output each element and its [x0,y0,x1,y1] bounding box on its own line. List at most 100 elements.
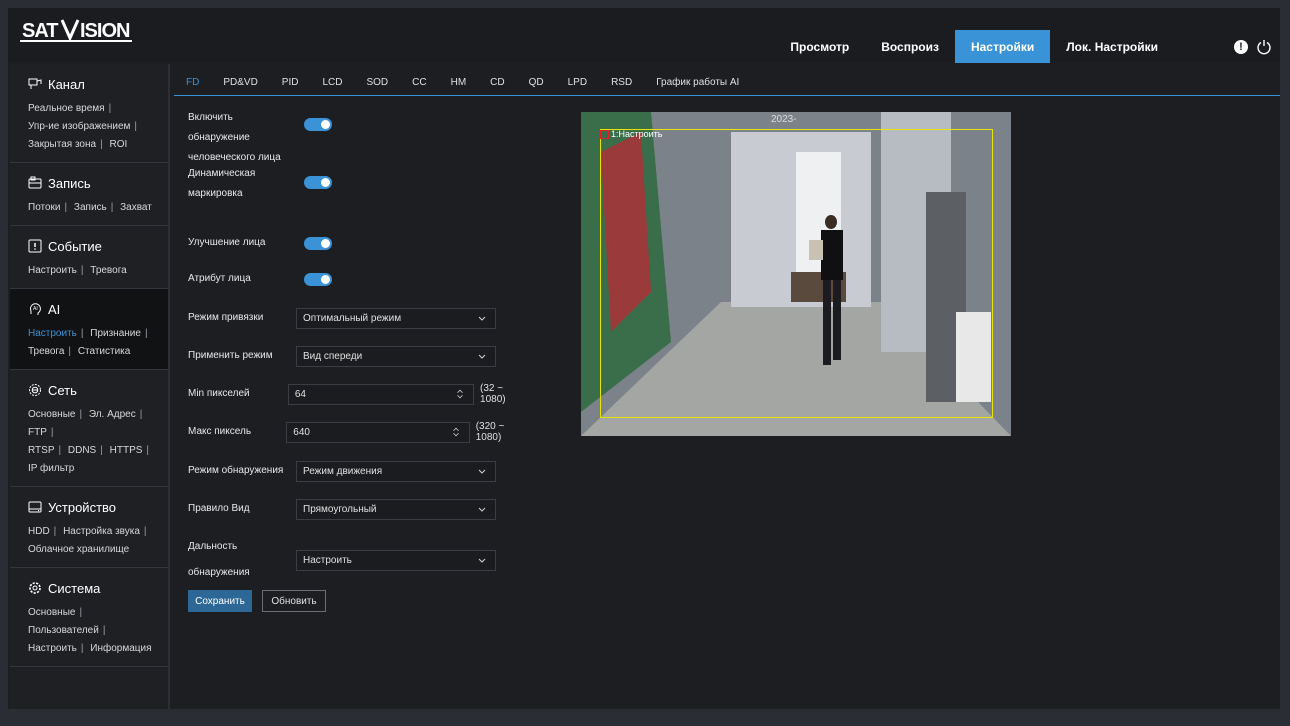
toggle-face-attribute[interactable] [304,273,332,286]
label-detect-mode: Режим обнаружения [188,465,284,476]
power-icon[interactable] [1256,39,1272,55]
sidebar-link-streams[interactable]: Потоки [28,202,61,213]
sidebar-head-system[interactable]: Система [28,576,168,600]
row-face-enhance: Улучшение лица [188,230,296,256]
record-icon [28,176,42,189]
tab-pid[interactable]: PID [270,77,311,88]
tab-lcd[interactable]: LCD [310,77,354,88]
sidebar-link-sys-basic[interactable]: Основные [28,607,75,618]
refresh-button[interactable]: Обновить [262,590,326,612]
row-enable-face: Включить обнаружение человеческого лица [188,108,296,168]
sidebar-head-device[interactable]: Устройство [28,495,168,519]
nav-settings[interactable]: Настройки [954,30,1051,63]
sidebar-link-ai-alarm[interactable]: Тревога [28,346,64,357]
sidebar-link-net-basic[interactable]: Основные [28,409,75,420]
nav-preview[interactable]: Просмотр [774,30,865,63]
osd-timestamp: 2023- [771,114,797,125]
tab-cd[interactable]: CD [478,77,516,88]
region-marker-icon[interactable] [600,129,609,139]
sidebar-link-email[interactable]: Эл. Адрес [89,409,136,420]
select-rule-view[interactable]: Прямоугольный [296,498,496,520]
event-icon [28,239,42,253]
tab-ai-schedule[interactable]: График работы AI [644,77,751,88]
channel-icon [28,78,42,89]
ai-icon: AI [29,303,41,315]
sidebar-title: AI [48,301,61,317]
detection-region[interactable] [600,129,993,418]
select-snap-mode[interactable]: Оптимальный режим [296,307,496,329]
select-apply-mode[interactable]: Вид спереди [296,345,496,367]
sidebar-title: Событие [48,238,102,254]
sidebar-links: Основные | Пользователей | Настроить | Инфо… [28,607,152,654]
sidebar-link-ai-setup[interactable]: Настроить [28,328,77,339]
sidebar-link-ai-recognition[interactable]: Признание [90,328,141,339]
network-icon [29,384,41,396]
input-max-pixels[interactable]: 640 [286,421,470,443]
tab-rsd[interactable]: RSD [599,77,644,88]
sidebar-link-image[interactable]: Упр-ие изображением [28,121,130,132]
sidebar-link-ddns[interactable]: DDNS [68,445,96,456]
sidebar-link-ip-filter[interactable]: IP фильтр [28,463,74,474]
save-button[interactable]: Сохранить [188,590,252,612]
toggle-dynamic-mark[interactable] [304,176,332,189]
camera-preview[interactable]: 2023- 1:Настроить [581,112,1011,436]
stepper-icon[interactable] [451,427,461,437]
sidebar-head-channel[interactable]: Канал [28,72,168,96]
range-min-pixels: (32 ~ 1080) [480,383,506,405]
select-detect-range[interactable]: Настроить [296,549,496,571]
sidebar-link-roi[interactable]: ROI [109,139,127,150]
sidebar: Канал Реальное время | Упр-ие изображение… [10,64,170,709]
label-face-enhance: Улучшение лица [188,237,266,248]
sidebar-link-privacy[interactable]: Закрытая зона [28,139,96,150]
row-apply-mode: Применить режим Вид спереди [188,343,496,369]
sidebar-link-ftp[interactable]: FTP [28,427,47,438]
tab-cc[interactable]: CC [400,77,438,88]
sidebar-link-cloud[interactable]: Облачное хранилище [28,544,129,555]
tab-hm[interactable]: HM [439,77,479,88]
nav-local-settings[interactable]: Лок. Настройки [1050,30,1174,63]
tab-fd[interactable]: FD [174,77,211,88]
sidebar-link-users[interactable]: Пользователей [28,625,99,636]
sidebar-link-rtsp[interactable]: RTSP [28,445,55,456]
row-snap-mode: Режим привязки Оптимальный режим [188,305,496,331]
alert-icon[interactable]: ! [1234,39,1248,54]
input-min-pixels[interactable]: 64 [287,383,475,405]
sidebar-head-event[interactable]: Событие [28,234,168,258]
tab-sod[interactable]: SOD [354,77,400,88]
sidebar-link-https[interactable]: HTTPS [110,445,143,456]
tab-pdvd[interactable]: PD&VD [211,77,269,88]
sidebar-link-ai-stats[interactable]: Статистика [78,346,131,357]
svg-text:ISION: ISION [80,20,130,42]
nav-playback[interactable]: Воспроиз [865,30,955,63]
sidebar-section-network: Сеть Основные | Эл. Адрес | FTP | RTSP | DDN… [10,370,168,487]
sidebar-head-record[interactable]: Запись [28,171,168,195]
chevron-down-icon [478,507,486,512]
toggle-enable-face[interactable] [304,118,332,131]
sidebar-link-event-setup[interactable]: Настроить [28,265,77,276]
row-min-pixels: Min пикселей 64 (32 ~ 1080) [188,381,528,407]
toggle-face-enhance[interactable] [304,237,332,250]
sidebar-link-realtime[interactable]: Реальное время [28,103,105,114]
sidebar-section-record: Запись Потоки | Запись | Захват [10,163,168,226]
sidebar-link-hdd[interactable]: HDD [28,526,50,537]
tab-qd[interactable]: QD [517,77,556,88]
label-snap-mode: Режим привязки [188,312,264,323]
sidebar-head-network[interactable]: Сеть [28,378,168,402]
label-enable-face: Включить обнаружение человеческого лица [188,112,281,163]
sidebar-title: Устройство [48,499,117,515]
sidebar-section-ai: AI AI Настроить | Признание | Тревога | Ста… [10,289,168,370]
sidebar-title: Сеть [48,382,77,398]
stepper-icon[interactable] [455,389,465,399]
sidebar-title: Запись [48,175,91,191]
sidebar-link-event-alarm[interactable]: Тревога [90,265,126,276]
sidebar-link-capture[interactable]: Захват [120,202,152,213]
sidebar-link-audio[interactable]: Настройка звука [63,526,140,537]
tab-lpd[interactable]: LPD [556,77,599,88]
sidebar-link-sys-setup[interactable]: Настроить [28,643,77,654]
sidebar-links: Настроить | Признание | Тревога | Статистик… [28,328,148,357]
label-max-pixels: Макс пиксель [188,426,252,437]
sidebar-link-info[interactable]: Информация [90,643,151,654]
sidebar-head-ai[interactable]: AI AI [28,297,168,321]
select-detect-mode[interactable]: Режим движения [296,460,496,482]
sidebar-link-recording[interactable]: Запись [74,202,107,213]
